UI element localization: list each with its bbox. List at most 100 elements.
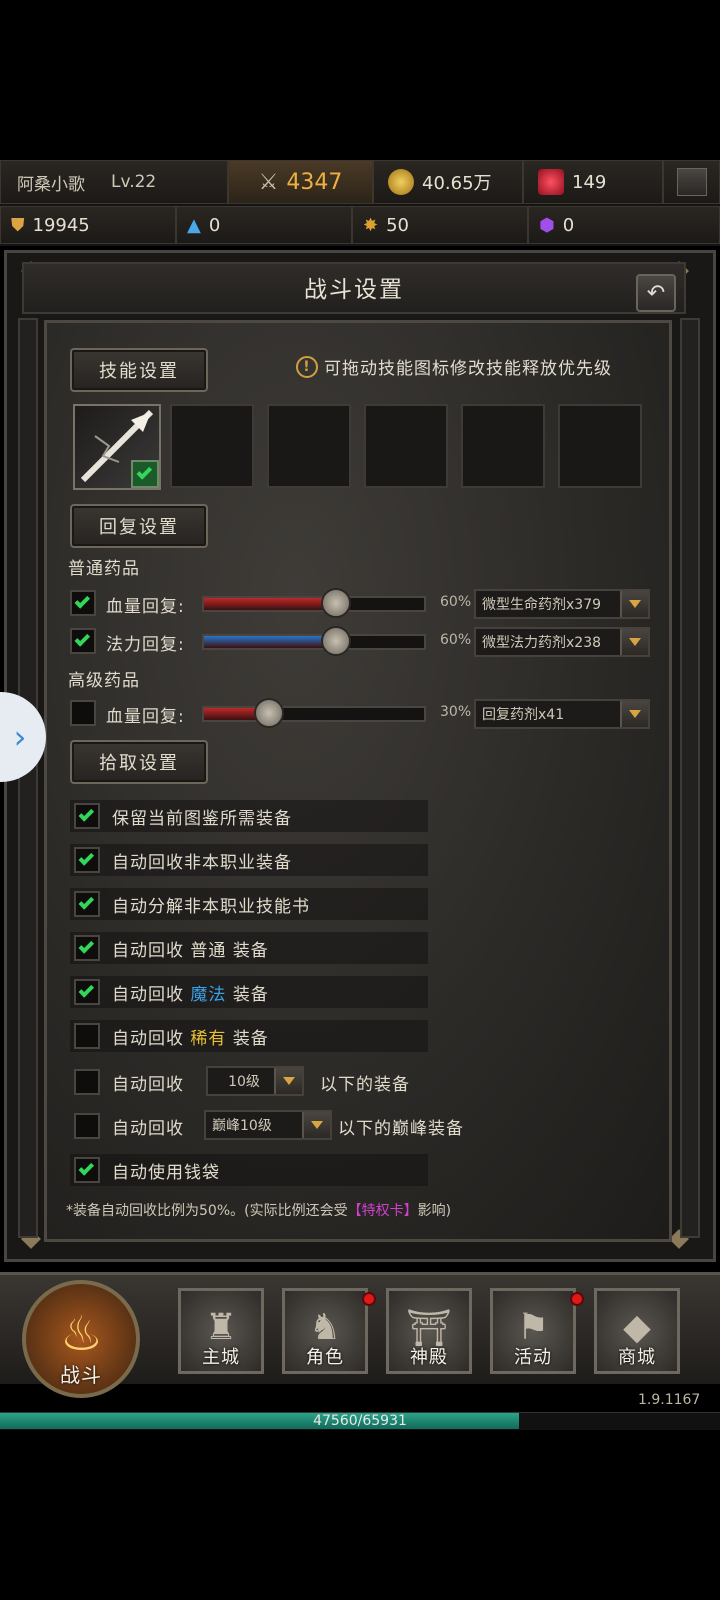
recovery-slider[interactable] <box>202 706 426 722</box>
pickup-option-label: 自动回收 魔法 装备 <box>112 980 269 1005</box>
chevron-down-icon <box>620 629 648 655</box>
pickup-checkbox[interactable] <box>74 1023 100 1049</box>
quality-label: 普通 <box>190 940 227 961</box>
recovery-checkbox[interactable] <box>70 700 96 726</box>
diamond-icon: ◆ <box>623 1307 651 1348</box>
recovery-percent: 30% <box>440 704 472 720</box>
pickup-checkbox[interactable] <box>74 935 100 961</box>
crossed-swords-icon: ⚔ <box>258 169 279 195</box>
check-icon <box>74 631 91 647</box>
slider-knob[interactable] <box>254 698 285 728</box>
flame-sword-icon: ♨ <box>60 1306 104 1362</box>
crystal-shard-icon: ▲ <box>187 214 201 236</box>
nav-shop[interactable]: ◆ 商城 <box>594 1288 680 1374</box>
resource-cell-2: ▲ 0 <box>176 206 352 244</box>
recovery-settings-button[interactable]: 回复设置 <box>70 504 208 548</box>
nav-activity[interactable]: ⚑ 活动 <box>490 1288 576 1374</box>
pickup-checkbox[interactable] <box>74 847 100 873</box>
resource-row-2: ⛊ 19945 ▲ 0 ✸ 50 ⬢ 0 <box>0 206 720 244</box>
skill-slot-6[interactable] <box>558 404 642 488</box>
pickup-checkbox[interactable] <box>74 803 100 829</box>
skill-settings-button[interactable]: 技能设置 <box>70 348 208 392</box>
recovery-checkbox[interactable] <box>70 590 96 616</box>
potion-select[interactable]: 微型生命药剂x379 <box>474 589 650 619</box>
potion-select[interactable]: 微型法力药剂x238 <box>474 627 650 657</box>
resource-row-1: 阿桑小歌 Lv.22 ⚔ 4347 40.65万 149 <box>0 160 720 204</box>
chevron-right-icon: › <box>13 718 27 756</box>
version-label: 1.9.1167 <box>638 1392 701 1408</box>
pickup-option-label: 自动回收非本职业装备 <box>112 852 292 873</box>
skill-slot-3[interactable] <box>267 404 351 488</box>
recovery-slider[interactable] <box>202 596 426 612</box>
potion-select[interactable]: 回复药剂x41 <box>474 699 650 729</box>
pickup-option: 自动回收 稀有 装备 <box>70 1020 428 1052</box>
footnote-tail: 影响) <box>417 1203 452 1219</box>
normal-potions-title: 普通药品 <box>68 559 140 579</box>
nav-city[interactable]: ♜ 主城 <box>178 1288 264 1374</box>
menu-button[interactable] <box>663 160 720 204</box>
purple-gem-icon: ⬢ <box>539 214 555 236</box>
skill-slot-1[interactable] <box>73 404 161 490</box>
skill-slot-2[interactable] <box>170 404 254 488</box>
recycle-peak-checkbox[interactable] <box>74 1113 100 1139</box>
menu-icon <box>676 168 707 196</box>
exp-text: 47560/65931 <box>313 1413 407 1429</box>
check-icon <box>74 593 91 609</box>
return-arrow-icon: ↶ <box>646 280 666 306</box>
privilege-card-link[interactable]: 【特权卡】 <box>348 1203 418 1219</box>
nav-battle-label: 战斗 <box>60 1363 102 1387</box>
pickup-settings-button[interactable]: 拾取设置 <box>70 740 208 784</box>
skill-enabled-checkbox[interactable] <box>131 460 159 488</box>
combat-power-value: 4347 <box>286 169 343 195</box>
check-icon <box>78 806 95 822</box>
activity-notification-dot <box>570 1292 584 1306</box>
gold-value: 40.65万 <box>422 173 492 194</box>
potion-select-value: 微型法力药剂x238 <box>482 635 602 651</box>
pickup-option-prefix: 自动回收 <box>112 1028 184 1049</box>
skill-slot-5[interactable] <box>461 404 545 488</box>
player-info[interactable]: 阿桑小歌 Lv.22 <box>0 160 228 204</box>
nav-temple[interactable]: ⛩ 神殿 <box>386 1288 472 1374</box>
star-emblem-icon: ✸ <box>363 214 379 236</box>
pickup-option-label: 保留当前图鉴所需装备 <box>112 808 292 829</box>
gem-currency[interactable]: 149 <box>523 160 663 204</box>
check-icon <box>78 938 95 954</box>
recovery-slider[interactable] <box>202 634 426 650</box>
pickup-checkbox[interactable] <box>74 891 100 917</box>
resource-cell-1: ⛊ 19945 <box>0 206 176 244</box>
recovery-checkbox[interactable] <box>70 628 96 654</box>
resource-value-1: 19945 <box>32 214 90 236</box>
recovery-label: 法力回复: <box>106 635 185 655</box>
skill-slot-4[interactable] <box>364 404 448 488</box>
resource-value-2: 0 <box>208 214 221 236</box>
recycle-level-checkbox[interactable] <box>74 1069 100 1095</box>
check-icon <box>78 982 95 998</box>
combat-power: ⚔ 4347 <box>228 160 373 204</box>
gem-add-icon[interactable] <box>538 169 564 195</box>
gold-coin-add-icon[interactable] <box>388 169 414 195</box>
pickup-checkbox[interactable] <box>74 979 100 1005</box>
resource-value-3: 50 <box>386 214 409 236</box>
banner-icon: ⚑ <box>516 1307 550 1348</box>
nav-role[interactable]: ♞ 角色 <box>282 1288 368 1374</box>
wallet-checkbox[interactable] <box>74 1157 100 1183</box>
check-icon <box>78 1160 95 1176</box>
advanced-potions-title: 高级药品 <box>68 671 140 691</box>
temple-icon: ⛩ <box>406 1308 452 1349</box>
gold-currency[interactable]: 40.65万 <box>373 160 523 204</box>
pickup-option: 自动分解非本职业技能书 <box>70 888 428 920</box>
recycle-peak-select[interactable]: 巅峰10级 <box>204 1110 332 1140</box>
frame-pillar-right <box>680 318 700 1238</box>
castle-icon: ♜ <box>204 1307 238 1348</box>
pickup-option-suffix: 装备 <box>232 984 269 1005</box>
skill-hint: ! 可拖动技能图标修改技能释放优先级 <box>296 354 612 379</box>
back-button[interactable]: ↶ <box>636 274 676 312</box>
pickup-option-label: 自动回收 稀有 装备 <box>112 1024 269 1049</box>
nav-battle[interactable]: ♨ 战斗 <box>22 1280 140 1398</box>
recycle-level-select[interactable]: 10级 <box>206 1066 304 1096</box>
chevron-down-icon <box>620 591 648 617</box>
check-icon <box>78 850 95 866</box>
wallet-option: 自动使用钱袋 <box>70 1154 428 1186</box>
resource-cell-3: ✸ 50 <box>352 206 528 244</box>
pickup-option-suffix: 装备 <box>232 1028 269 1049</box>
